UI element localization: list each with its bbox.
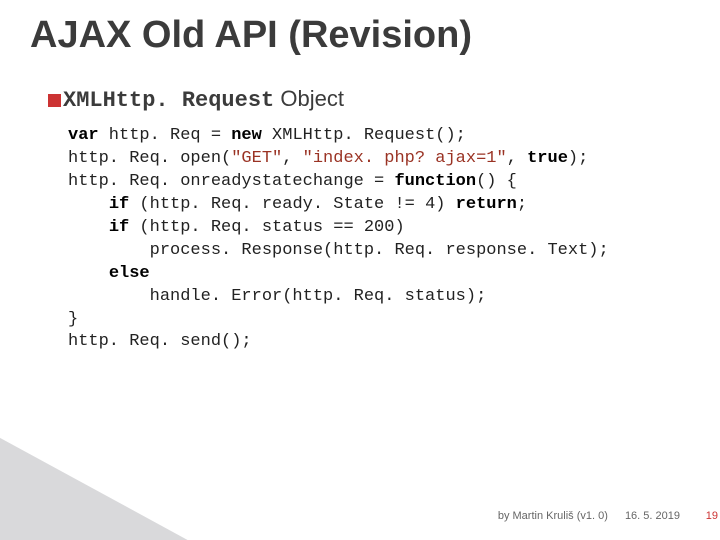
subtitle-suffix: Object <box>274 86 344 111</box>
code-text: (http. Req. ready. State != 4) <box>129 195 455 214</box>
code-text: process. Response(http. Req. response. T… <box>68 241 609 260</box>
slide-container: AJAX Old API (Revision) XMLHttp. Request… <box>0 0 720 540</box>
code-text <box>68 195 109 214</box>
kw-new: new <box>231 126 262 145</box>
code-text <box>68 218 109 237</box>
kw-function: function <box>394 172 476 191</box>
code-text: (http. Req. status == 200) <box>129 218 404 237</box>
string-literal: "GET" <box>231 149 282 168</box>
subtitle-classname: XMLHttp. Request <box>63 88 274 113</box>
code-text: http. Req. open( <box>68 149 231 168</box>
code-text: , <box>282 149 302 168</box>
code-text: () { <box>476 172 517 191</box>
kw-var: var <box>68 126 99 145</box>
code-text <box>68 264 109 283</box>
decorative-triangle <box>0 410 279 540</box>
code-text: http. Req = <box>99 126 232 145</box>
code-text: ; <box>517 195 527 214</box>
subtitle: XMLHttp. Request Object <box>48 86 344 113</box>
code-text: handle. Error(http. Req. status); <box>68 287 486 306</box>
code-text: http. Req. onreadystatechange = <box>68 172 394 191</box>
code-text: } <box>68 310 78 329</box>
string-literal: "index. php? ajax=1" <box>303 149 507 168</box>
bullet-icon <box>48 94 61 107</box>
code-text: , <box>507 149 527 168</box>
literal-true: true <box>527 149 568 168</box>
page-number: 19 <box>700 510 718 522</box>
code-text: http. Req. send(); <box>68 332 252 351</box>
kw-return: return <box>456 195 517 214</box>
kw-if: if <box>109 195 129 214</box>
slide-title: AJAX Old API (Revision) <box>30 14 472 57</box>
kw-if: if <box>109 218 129 237</box>
code-text: XMLHttp. Request(); <box>262 126 466 145</box>
kw-else: else <box>109 264 150 283</box>
footer-author: by Martin Kruliš (v1. 0) <box>498 510 608 522</box>
code-block: var http. Req = new XMLHttp. Request(); … <box>68 125 609 354</box>
footer: by Martin Kruliš (v1. 0) 16. 5. 2019 <box>498 510 680 522</box>
code-text: ); <box>568 149 588 168</box>
footer-date: 16. 5. 2019 <box>625 510 680 522</box>
